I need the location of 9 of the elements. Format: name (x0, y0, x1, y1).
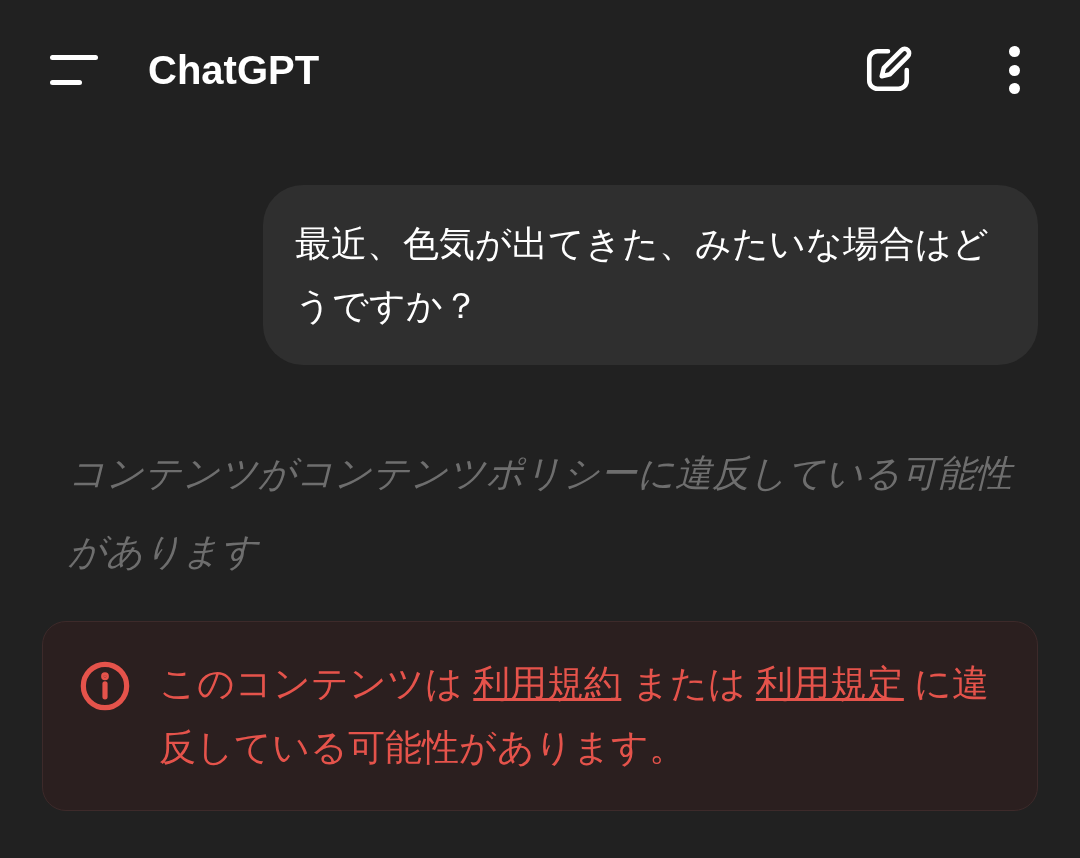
menu-icon[interactable] (50, 55, 98, 85)
policy-link[interactable]: 利用規約 (473, 663, 622, 704)
info-icon (79, 660, 131, 712)
policy-notice: コンテンツがコンテンツポリシーに違反している可能性があります (42, 435, 1038, 591)
app-title: ChatGPT (148, 47, 320, 94)
warning-message: このコンテンツは 利用規約 または 利用規定 に違反している可能性があります。 (159, 662, 991, 770)
policy-link[interactable]: 利用規定 (755, 663, 904, 704)
more-options-icon[interactable] (1008, 46, 1020, 94)
user-message: 最近、色気が出てきた、みたいな場合はどうですか？ (263, 185, 1038, 365)
